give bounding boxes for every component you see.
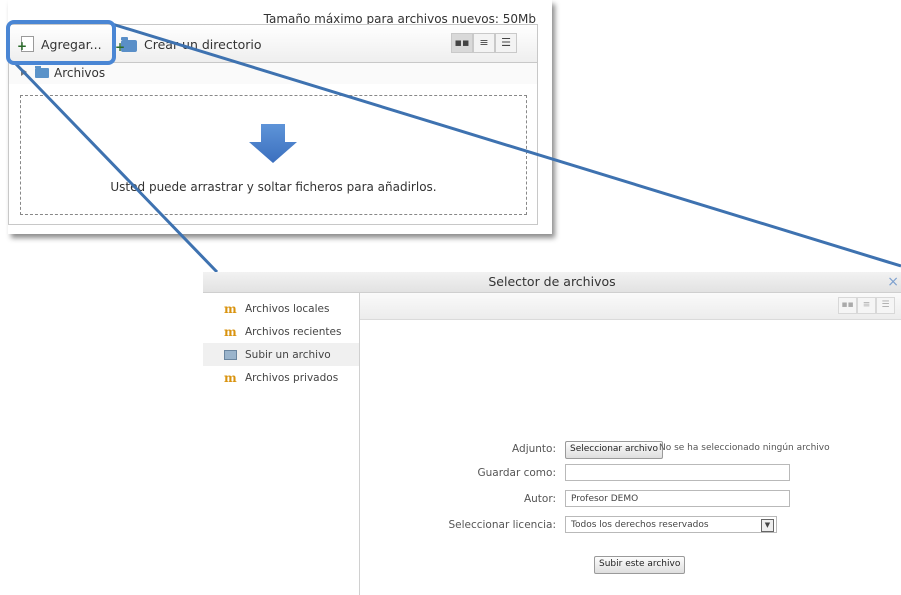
moodle-icon: m: [224, 324, 237, 339]
breadcrumb: Archivos: [8, 62, 538, 85]
file-picker-toolbar: ▪▪ ≡ ☰: [360, 293, 901, 320]
moodle-icon: m: [224, 370, 237, 385]
moodle-icon: m: [224, 301, 237, 316]
file-manager-panel: Tamaño máximo para archivos nuevos: 50Mb…: [8, 0, 552, 234]
drop-zone-message: Usted puede arrastrar y soltar ficheros …: [110, 180, 437, 194]
expand-triangle-icon[interactable]: [21, 68, 27, 76]
save-as-input[interactable]: [565, 464, 790, 481]
add-file-icon: [17, 36, 34, 53]
breadcrumb-folder-link[interactable]: Archivos: [54, 66, 105, 80]
file-manager-toolbar: Agregar... Crear un directorio ▪▪ ≡ ☰: [8, 24, 538, 63]
sidebar-item-label: Archivos locales: [245, 302, 330, 315]
close-icon[interactable]: ×: [887, 272, 899, 292]
sidebar-item-upload-file[interactable]: Subir un archivo: [203, 343, 359, 366]
tree-view-icon[interactable]: ☰: [495, 33, 517, 53]
attachment-label: Adjunto:: [512, 443, 556, 455]
add-file-label: Agregar...: [41, 36, 102, 52]
license-selected-value: Todos los derechos reservados: [571, 520, 709, 530]
new-folder-icon: [115, 36, 137, 54]
repository-sidebar: m Archivos locales m Archivos recientes …: [203, 293, 360, 595]
license-select[interactable]: Todos los derechos reservados ▼: [565, 516, 777, 533]
view-switcher: ▪▪ ≡ ☰: [838, 297, 895, 314]
download-arrow-icon: [249, 124, 297, 163]
sidebar-item-private-files[interactable]: m Archivos privados: [203, 366, 359, 389]
sidebar-item-label: Subir un archivo: [245, 348, 331, 361]
sidebar-item-local-files[interactable]: m Archivos locales: [203, 297, 359, 320]
author-input[interactable]: Profesor DEMO: [565, 490, 790, 507]
icon-view-icon[interactable]: ▪▪: [838, 297, 857, 314]
folder-icon: [35, 66, 49, 78]
list-view-icon[interactable]: ≡: [857, 297, 876, 314]
create-directory-button[interactable]: Crear un directorio: [115, 34, 262, 54]
file-picker-title: Selector de archivos: [488, 274, 616, 289]
list-view-icon[interactable]: ≡: [473, 33, 495, 53]
upload-icon: [224, 349, 237, 360]
file-manager-content: Usted puede arrastrar y soltar ficheros …: [8, 84, 538, 225]
sidebar-item-label: Archivos privados: [245, 371, 339, 384]
view-switcher: ▪▪ ≡ ☰: [451, 33, 517, 53]
icon-view-icon[interactable]: ▪▪: [451, 33, 473, 53]
sidebar-item-recent-files[interactable]: m Archivos recientes: [203, 320, 359, 343]
create-directory-label: Crear un directorio: [144, 36, 262, 52]
save-as-label: Guardar como:: [477, 467, 557, 479]
author-label: Autor:: [523, 493, 556, 505]
add-file-button[interactable]: Agregar...: [17, 34, 102, 54]
select-file-button[interactable]: Seleccionar archivo: [565, 441, 663, 459]
license-label: Seleccionar licencia:: [448, 519, 556, 531]
drop-zone[interactable]: Usted puede arrastrar y soltar ficheros …: [20, 95, 527, 215]
no-file-selected-text: No se ha seleccionado ningún archivo: [659, 443, 830, 453]
sidebar-item-label: Archivos recientes: [245, 325, 342, 338]
file-picker-header: Selector de archivos ×: [203, 272, 901, 293]
tree-view-icon[interactable]: ☰: [876, 297, 895, 314]
upload-file-button[interactable]: Subir este archivo: [594, 556, 686, 574]
chevron-down-icon[interactable]: ▼: [761, 519, 774, 532]
file-picker-dialog: Selector de archivos × m Archivos locale…: [203, 272, 901, 595]
